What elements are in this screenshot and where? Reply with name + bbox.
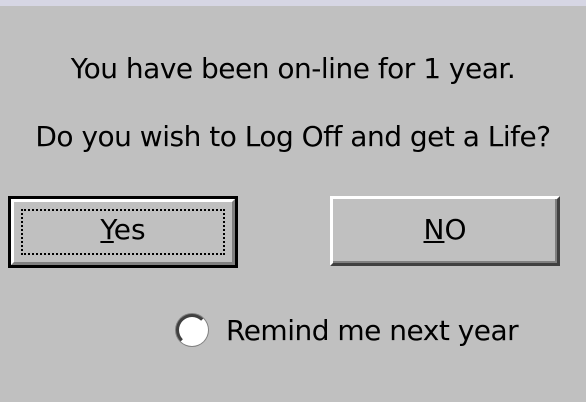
remind-option[interactable]: Remind me next year — [176, 310, 519, 350]
log-off-dialog: You have been on-line for 1 year. Do you… — [0, 0, 586, 402]
message-line-1: You have been on-line for 1 year. — [70, 52, 516, 85]
no-button-accelerator: N — [423, 213, 445, 246]
remind-radio-label: Remind me next year — [226, 313, 519, 347]
yes-button-label: Yes — [11, 213, 235, 246]
title-bar-edge — [0, 0, 586, 6]
yes-button-label-rest: es — [113, 213, 146, 246]
remind-radio-button[interactable] — [176, 314, 208, 346]
message-line-2: Do you wish to Log Off and get a Life? — [35, 120, 551, 153]
no-button[interactable]: NO — [330, 196, 560, 266]
yes-button[interactable]: Yes — [8, 196, 238, 268]
no-button-label: NO — [333, 213, 557, 246]
no-button-label-rest: O — [444, 213, 467, 246]
yes-button-accelerator: Y — [100, 213, 114, 246]
